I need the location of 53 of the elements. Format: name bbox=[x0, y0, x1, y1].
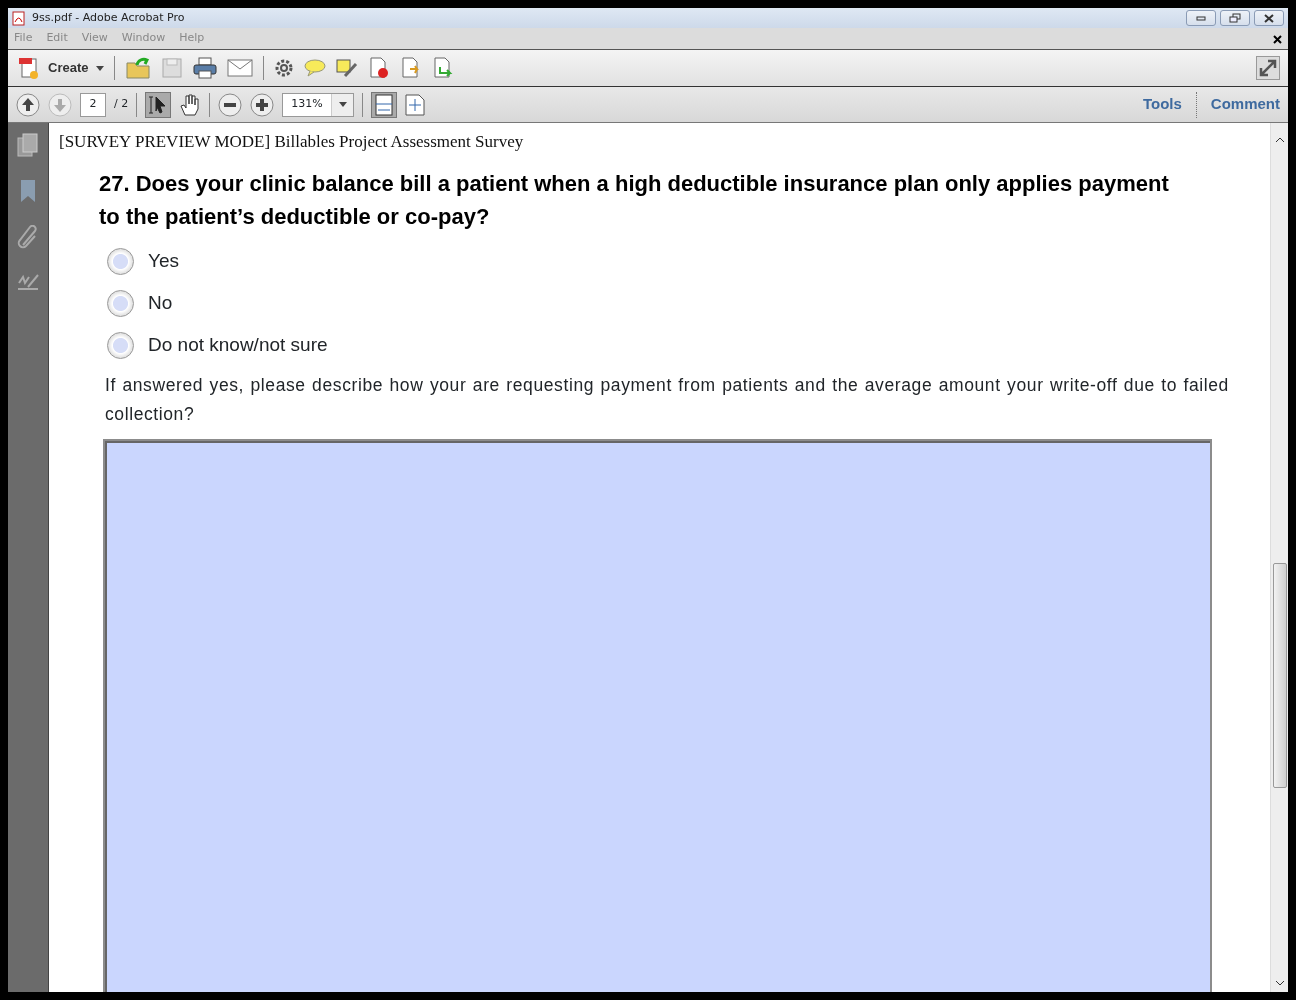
prompt-text: If answered yes, please describe how your are requesting payment from patients and the average amount your write-off due to failed collection? bbox=[105, 373, 1230, 426]
question-text: 27. Does your clinic balance bill a patient when a high deductible insurance plan only applies payment to the patient’s deductible or co-pay? bbox=[99, 169, 1170, 231]
option-label: No bbox=[148, 291, 173, 316]
radio-button[interactable] bbox=[107, 248, 134, 275]
radio-button[interactable] bbox=[107, 290, 134, 317]
page-number-field[interactable]: 2 bbox=[80, 92, 106, 117]
open-folder-icon[interactable] bbox=[125, 56, 152, 80]
create-button[interactable]: Create bbox=[18, 56, 105, 80]
restore-button[interactable] bbox=[1220, 10, 1250, 26]
pdf-file-icon bbox=[12, 10, 26, 26]
answer-field[interactable] bbox=[103, 438, 1212, 992]
menu-item[interactable]: Window bbox=[121, 30, 166, 47]
close-button[interactable] bbox=[1254, 10, 1284, 26]
previous-page-icon[interactable] bbox=[16, 92, 40, 117]
panel-link[interactable]: Comment bbox=[1210, 93, 1280, 116]
page-export-icon[interactable] bbox=[432, 57, 455, 79]
pages-icon[interactable] bbox=[17, 133, 39, 157]
text-edit-icon[interactable] bbox=[336, 58, 359, 78]
caret-icon bbox=[338, 102, 347, 107]
option-label: Yes bbox=[148, 249, 179, 274]
speech-bubble-icon[interactable] bbox=[304, 58, 327, 78]
radio-button[interactable] bbox=[107, 332, 134, 359]
restore-icon bbox=[1229, 13, 1241, 23]
menu-item[interactable]: Help bbox=[179, 30, 205, 47]
minimize-icon bbox=[1196, 15, 1206, 21]
paperclip-icon[interactable] bbox=[17, 225, 39, 249]
menu-item[interactable]: File bbox=[14, 30, 33, 47]
next-page-icon[interactable] bbox=[48, 92, 72, 117]
minimize-button[interactable] bbox=[1186, 10, 1216, 26]
scrollbar-thumb[interactable] bbox=[1273, 563, 1287, 788]
zoom-out-icon[interactable] bbox=[218, 92, 243, 117]
bookmark-icon[interactable] bbox=[19, 179, 37, 203]
zoom-in-icon[interactable] bbox=[250, 92, 275, 117]
envelope-icon[interactable] bbox=[227, 59, 254, 77]
zoom-dropdown[interactable]: 131% bbox=[282, 92, 355, 117]
page-total: / 2 bbox=[114, 96, 129, 113]
close-icon bbox=[1264, 13, 1274, 23]
menu-item[interactable]: View bbox=[81, 30, 108, 47]
window-title: 9ss.pdf - Adobe Acrobat Pro bbox=[32, 9, 185, 26]
select-cursor-icon[interactable] bbox=[145, 91, 172, 118]
caret-icon bbox=[96, 65, 105, 71]
settings-icon[interactable] bbox=[274, 58, 295, 78]
option-label: Do not know/not sure bbox=[148, 333, 328, 358]
menu-item[interactable]: Edit bbox=[46, 30, 68, 47]
document-header: [SURVEY PREVIEW MODE] Billables Project Assessment Survey bbox=[59, 131, 525, 153]
hand-icon[interactable] bbox=[179, 92, 202, 117]
close-document-icon[interactable] bbox=[1273, 35, 1282, 44]
panel-link[interactable]: Tools bbox=[1142, 93, 1182, 116]
fit-width-icon[interactable] bbox=[371, 91, 398, 118]
print-icon[interactable] bbox=[193, 57, 218, 79]
fit-page-icon[interactable] bbox=[405, 93, 426, 116]
page-delete-icon[interactable] bbox=[368, 57, 391, 79]
expand-icon[interactable] bbox=[1256, 56, 1280, 80]
